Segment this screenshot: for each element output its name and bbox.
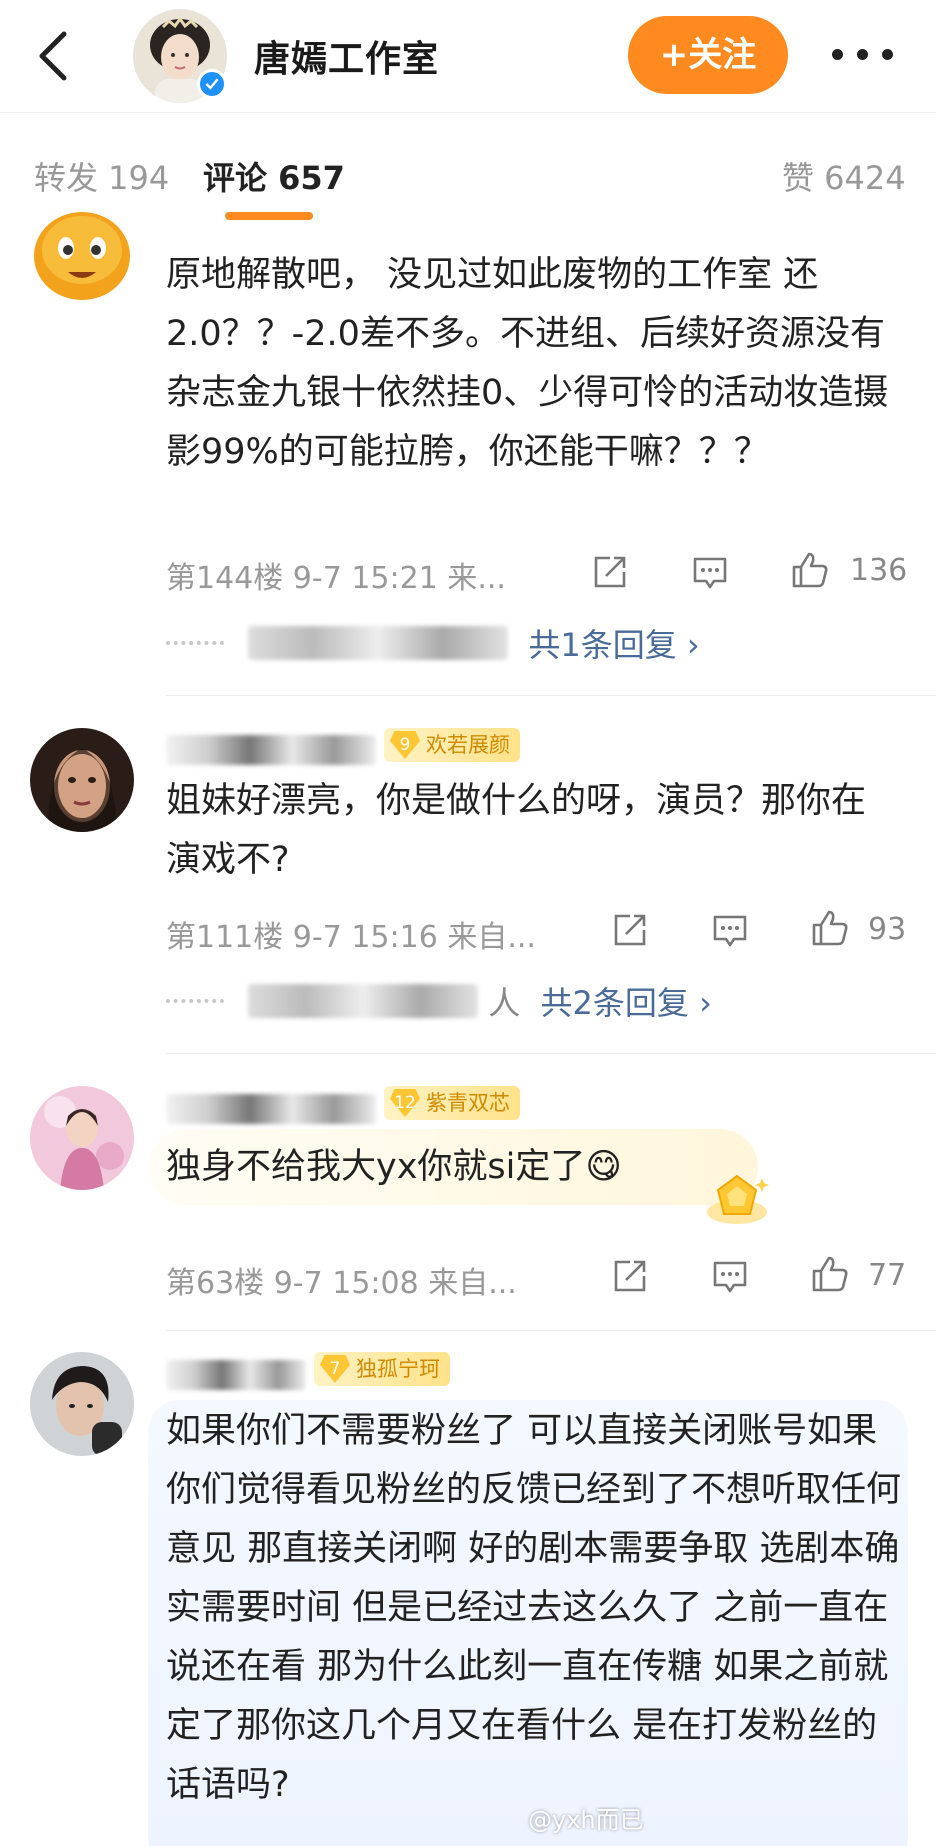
back-arrow-icon[interactable] (30, 28, 80, 84)
more-options-icon[interactable] (832, 38, 896, 68)
reply-name-tail: 人 (488, 984, 521, 1022)
tab-likes[interactable]: 赞 6424 (782, 153, 906, 199)
fan-badge: 9 欢若展颜 (384, 728, 520, 762)
comment-text: 原地解散吧， 没见过如此废物的工作室 还2.0？？-2.0差不多。不进组、后续好… (166, 255, 889, 472)
fan-badge: 7 独孤宁珂 (314, 1352, 450, 1386)
reply-count-link[interactable]: 共2条回复 › (541, 984, 712, 1022)
fan-level: 9 (390, 731, 420, 759)
repost-icon[interactable] (610, 910, 650, 950)
like-count: 77 (868, 1258, 907, 1293)
commenter-avatar[interactable] (30, 728, 134, 832)
follow-button[interactable]: +关注 (628, 16, 788, 94)
like-icon[interactable] (790, 550, 830, 590)
blurred-replier-name (248, 626, 509, 660)
verified-badge-icon (197, 69, 227, 99)
reply-preview[interactable]: 共1条回复 › (166, 620, 700, 666)
comment-meta: 第111楼 9-7 15:16 来自... (166, 920, 536, 955)
reply-dots (166, 999, 224, 1003)
comment-divider (166, 1330, 936, 1331)
commenter-avatar[interactable] (30, 1086, 134, 1190)
comment-divider (166, 695, 936, 696)
repost-icon[interactable] (590, 552, 630, 592)
reply-icon[interactable] (710, 1256, 750, 1296)
commenter-name-blurred[interactable] (166, 1360, 306, 1390)
comment-text: 姐妹好漂亮，你是做什么的呀，演员？那你在演戏不? (166, 781, 867, 880)
comment-text: 独身不给我大yx你就si定了😋 (166, 1147, 622, 1187)
reply-count-link[interactable]: 共1条回复 › (528, 626, 699, 664)
account-name[interactable]: 唐嫣工作室 (254, 30, 439, 82)
tab-bar: 转发 194 评论 657 赞 6424 (0, 112, 936, 230)
reply-icon[interactable] (690, 552, 730, 592)
weibo-watermark: @yxh而已 (528, 1806, 644, 1834)
fan-badge: 12 紫青双芯 (384, 1086, 520, 1120)
like-count: 136 (850, 553, 908, 588)
commenter-name-blurred[interactable] (166, 1094, 376, 1124)
account-avatar[interactable] (133, 9, 227, 103)
comment-text: 如果你们不需要粉丝了 可以直接关闭账号如果你们觉得看见粉丝的反馈已经到了不想听取… (166, 1411, 902, 1805)
repost-icon[interactable] (610, 1256, 650, 1296)
tab-reposts[interactable]: 转发 194 (34, 153, 169, 199)
like-count: 93 (868, 912, 907, 947)
fan-badge-name: 紫青双芯 (426, 1091, 510, 1115)
reply-preview[interactable]: 人 共2条回复 › (166, 978, 712, 1024)
fan-level: 12 (390, 1089, 420, 1117)
active-tab-indicator (225, 212, 313, 220)
commenter-avatar[interactable] (30, 200, 134, 304)
like-icon[interactable] (810, 908, 850, 948)
like-icon[interactable] (810, 1254, 850, 1294)
gold-gem-icon (707, 1174, 769, 1224)
fan-badge-name: 独孤宁珂 (356, 1357, 440, 1381)
top-bar: 唐嫣工作室 +关注 (0, 0, 936, 112)
comment-divider (166, 1053, 936, 1054)
tab-comments[interactable]: 评论 657 (203, 153, 345, 199)
comment-meta: 第144楼 9-7 15:21 来... (166, 561, 506, 596)
comment-meta: 第63楼 9-7 15:08 来自... (166, 1266, 517, 1301)
fan-badge-name: 欢若展颜 (426, 733, 510, 757)
reply-icon[interactable] (710, 910, 750, 950)
fan-level: 7 (320, 1355, 350, 1383)
blurred-replier-name (248, 984, 479, 1018)
reply-dots (166, 641, 224, 645)
commenter-name-blurred[interactable] (166, 735, 376, 765)
commenter-avatar[interactable] (30, 1352, 134, 1456)
